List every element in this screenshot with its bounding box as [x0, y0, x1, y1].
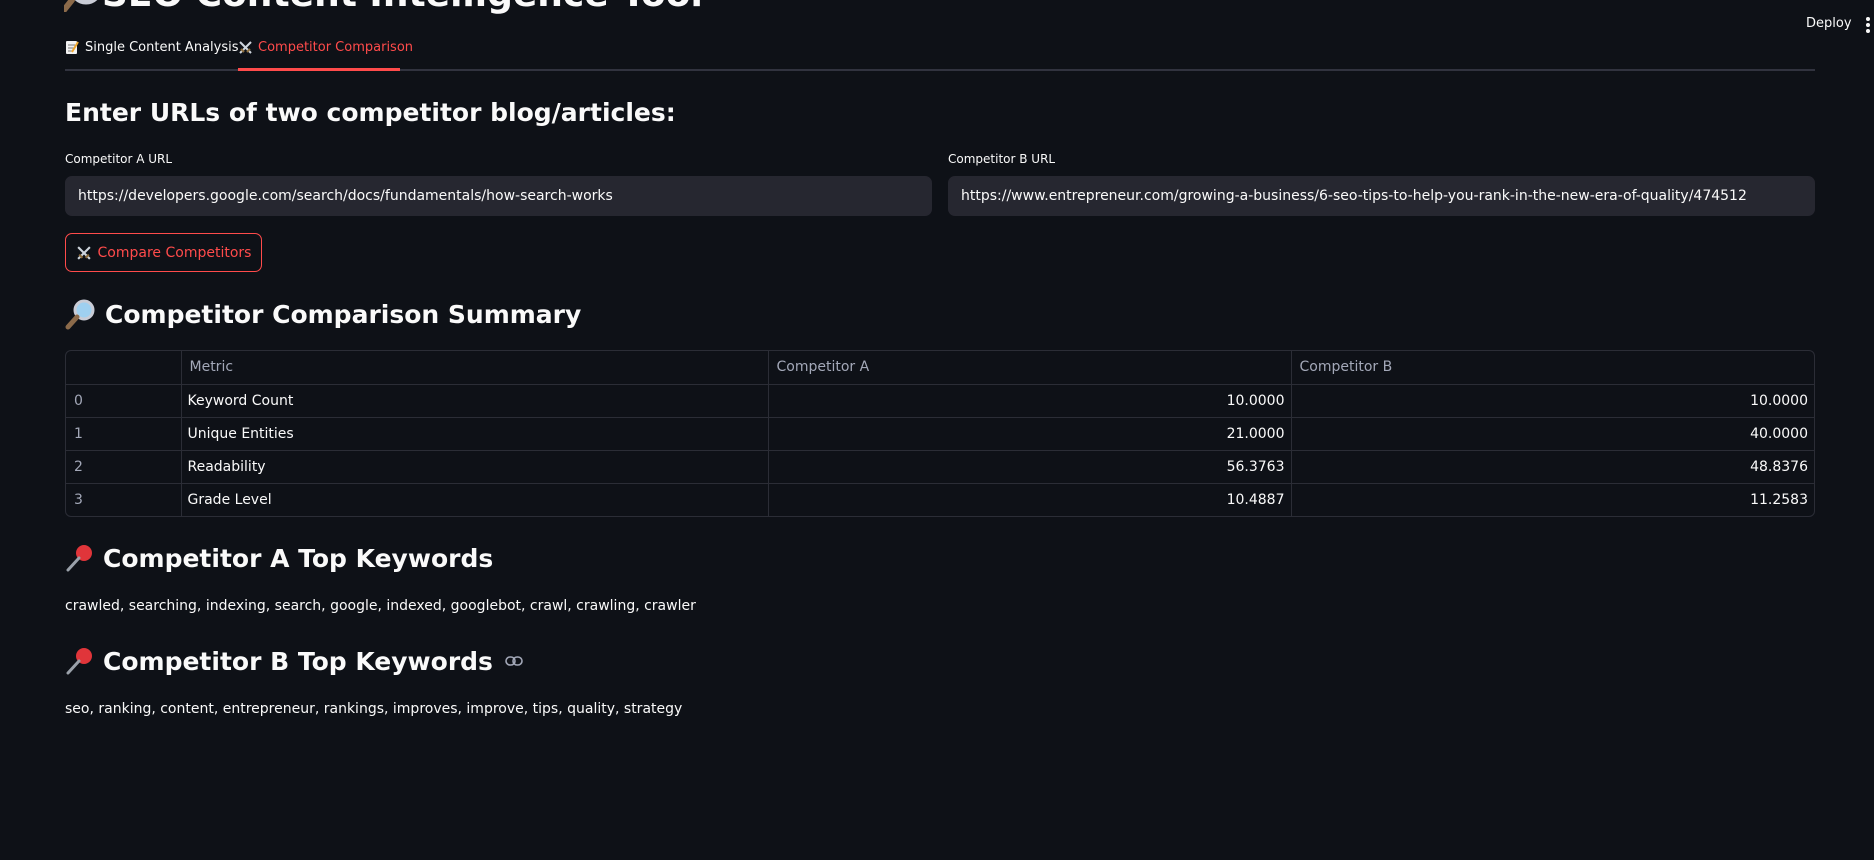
comparison-table[interactable]: Metric Competitor A Competitor B 0 Keywo… [65, 350, 1815, 517]
competitor-a-cell: 10.4887 [768, 483, 1292, 516]
competitor-b-cell: 48.8376 [1291, 450, 1814, 484]
competitor-b-keywords-heading: Competitor B Top Keywords [65, 646, 523, 676]
competitor-a-url-input[interactable] [65, 176, 932, 216]
page-title: SEO Content Intelligence Tool [102, 0, 703, 15]
crossed-swords-icon [239, 41, 252, 54]
competitor-b-label: Competitor B URL [948, 152, 1056, 166]
active-tab-indicator [238, 68, 400, 71]
table-row[interactable]: 1 Unique Entities 21.0000 40.0000 [66, 417, 1814, 451]
form-heading: Enter URLs of two competitor blog/articl… [65, 98, 676, 127]
memo-icon [66, 41, 79, 54]
tab-bar: Single Content Analysis Competitor Compa… [65, 34, 1815, 71]
crossed-swords-icon [76, 245, 91, 260]
competitor-b-column-header[interactable]: Competitor B [1291, 351, 1814, 385]
summary-heading: Competitor Comparison Summary [65, 298, 581, 330]
competitor-b-url-input[interactable] [948, 176, 1815, 216]
form-heading-text: Enter URLs of two competitor blog/articl… [65, 98, 676, 127]
row-index: 2 [66, 450, 182, 484]
metric-cell: Grade Level [181, 483, 769, 516]
metric-cell: Keyword Count [181, 384, 769, 418]
compare-button-label: Compare Competitors [97, 244, 252, 261]
deploy-button[interactable]: Deploy [1806, 16, 1852, 31]
competitor-a-cell: 21.0000 [768, 417, 1292, 451]
table-row[interactable]: 3 Grade Level 10.4887 11.2583 [66, 483, 1814, 516]
row-index: 1 [66, 417, 182, 451]
tab-label: Single Content Analysis [85, 40, 239, 55]
index-column-header[interactable] [66, 351, 182, 385]
competitor-b-cell: 40.0000 [1291, 417, 1814, 451]
summary-heading-text: Competitor Comparison Summary [105, 299, 582, 329]
competitor-a-column-header[interactable]: Competitor A [768, 351, 1292, 385]
pushpin-icon [66, 545, 92, 572]
competitor-a-keywords-text: crawled, searching, indexing, search, go… [65, 598, 696, 614]
magnifier-icon [65, 299, 95, 330]
compare-competitors-button[interactable]: Compare Competitors [65, 233, 262, 272]
competitor-b-keywords-heading-text: Competitor B Top Keywords [103, 646, 493, 676]
competitor-a-cell: 10.0000 [768, 384, 1292, 418]
metric-column-header[interactable]: Metric [181, 351, 769, 385]
competitor-b-cell: 11.2583 [1750, 491, 1808, 508]
row-index: 3 [66, 483, 182, 516]
row-index: 0 [66, 384, 182, 418]
metric-cell: Unique Entities [181, 417, 769, 451]
competitor-a-keywords-heading: Competitor A Top Keywords [65, 543, 493, 573]
tab-competitor-comparison[interactable]: Competitor Comparison [238, 40, 413, 55]
link-icon[interactable] [505, 656, 523, 666]
competitor-b-cell: 10.0000 [1291, 384, 1814, 418]
table-row[interactable]: 2 Readability 56.3763 48.8376 [66, 450, 1814, 484]
tab-single-content-analysis[interactable]: Single Content Analysis [65, 40, 239, 55]
pushpin-icon [66, 648, 92, 675]
competitor-b-keywords-text: seo, ranking, content, entrepreneur, ran… [65, 701, 683, 717]
competitor-a-label: Competitor A URL [65, 152, 173, 166]
table-header-row: Metric Competitor A Competitor B [66, 351, 1814, 385]
competitor-a-keywords-heading-text: Competitor A Top Keywords [103, 543, 494, 573]
tab-label: Competitor Comparison [258, 40, 414, 55]
table-row[interactable]: 0 Keyword Count 10.0000 10.0000 [66, 384, 1814, 418]
metric-cell: Readability [181, 450, 769, 484]
competitor-a-cell: 56.3763 [768, 450, 1292, 484]
kebab-menu-icon[interactable] [1866, 17, 1872, 33]
